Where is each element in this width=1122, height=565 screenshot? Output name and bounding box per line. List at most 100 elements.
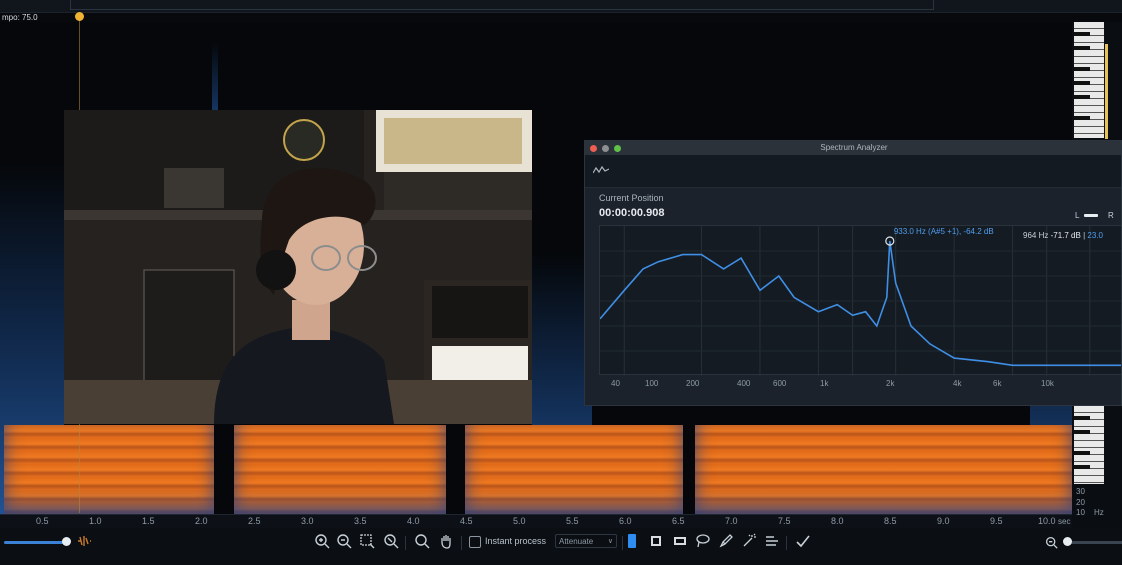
harmonic-selection-icon[interactable] [763,533,781,551]
toolbar-divider [786,536,787,550]
zoom-in-icon[interactable] [313,533,331,551]
hz-scale-label: 10 [1076,508,1085,517]
time-tick: 1.0 [89,516,102,526]
frequency-zoom-slider-handle[interactable] [1063,537,1072,546]
chevron-down-icon: ∨ [607,538,613,545]
piano-black-key [1074,46,1090,50]
time-tick: 10.0 [1038,516,1056,526]
spectrogram-note-segment [465,425,683,515]
frequency-readout: 964 Hz -71.7 dB | 23.0 [1023,231,1103,240]
time-tick: 6.5 [672,516,685,526]
time-tick: 9.0 [937,516,950,526]
channel-l-label: L [1075,211,1080,220]
zoom-selection-icon[interactable] [358,533,376,551]
time-tick: 2.0 [195,516,208,526]
overview-selection[interactable] [70,0,934,10]
process-mode-value: Attenuate [559,537,594,546]
zoom-fit-icon[interactable] [382,533,400,551]
readout-extra: 23.0 [1087,231,1103,240]
frequency-selection-icon[interactable] [647,533,665,551]
instant-process-checkbox[interactable] [469,536,481,548]
toolbar-divider [461,536,462,550]
time-tick: 3.0 [301,516,314,526]
time-tick: 2.5 [248,516,261,526]
zoom-out-icon[interactable] [335,533,353,551]
hand-icon[interactable] [437,533,455,551]
zoom-slider-track[interactable] [4,541,66,544]
piano-black-key [1074,32,1090,36]
lasso-icon[interactable] [694,533,712,551]
search-icon[interactable] [413,533,431,551]
waveform-toggle-icon[interactable] [75,533,93,551]
piano-black-key [1074,451,1090,455]
time-tick: 7.5 [778,516,791,526]
channel-r-label: R [1108,211,1114,220]
time-ruler[interactable]: 0.5 1.0 1.5 2.0 2.5 3.0 3.5 4.0 4.5 5.0 … [0,514,1072,529]
time-tick: 6.0 [619,516,632,526]
current-position-label: Current Position [599,193,664,203]
instant-process-label: Instant process [485,536,547,546]
analyzer-titlebar[interactable]: Spectrum Analyzer [585,141,1121,155]
spectrum-trace [599,240,1121,367]
spectrum-analyzer-window[interactable]: Spectrum Analyzer Current Position 00:00… [584,140,1122,406]
piano-roll-keyboard-lower[interactable] [1074,406,1104,484]
webcam-overlay [64,110,532,424]
current-position-time: 00:00:00.908 [599,207,665,219]
spectrum-plot[interactable]: 933.0 Hz (A#5 +1), -64.2 dB933.0 Hz (A#5… [599,216,1122,376]
checkmark-tool-icon[interactable] [794,533,812,551]
time-selection-tool-icon[interactable] [628,534,636,548]
piano-black-key [1074,67,1090,71]
waveform-icon[interactable] [592,165,610,178]
freq-tick: 100 [645,379,659,388]
analyzer-toolbar [585,155,1121,188]
time-tick: 9.5 [990,516,1003,526]
time-tick: 5.5 [566,516,579,526]
channel-l-toggle[interactable] [1084,214,1098,217]
rectangle-selection-icon[interactable] [671,533,689,551]
spectrum-graph[interactable]: 933.0 Hz (A#5 +1), -64.2 dB933.0 Hz (A#5… [599,216,1122,376]
freq-tick: 10k [1041,379,1054,388]
brush-icon[interactable] [717,533,735,551]
cursor-label-blue: 933.0 Hz (A#5 +1), -64.2 dB [894,227,994,236]
time-tick: 8.5 [884,516,897,526]
piano-black-key [1074,416,1090,420]
piano-black-key [1074,81,1090,85]
readout-db: -71.7 dB [1050,231,1081,240]
piano-black-key [1074,95,1090,99]
overview-bar[interactable] [0,0,1122,13]
playhead-marker[interactable] [75,12,84,21]
magic-wand-icon[interactable] [740,533,758,551]
hz-unit-label: Hz [1094,508,1104,517]
piano-black-key [1074,465,1090,469]
freq-tick: 2k [886,379,895,388]
freq-tick: 6k [993,379,1002,388]
hz-scale-label: 30 [1076,487,1085,496]
piano-black-key [1074,116,1090,120]
zoom-slider-handle[interactable] [62,537,71,546]
freq-tick: 600 [773,379,787,388]
hz-scale-label: 20 [1076,498,1085,507]
time-tick: 4.0 [407,516,420,526]
process-mode-dropdown[interactable]: Attenuate ∨ [555,534,617,548]
readout-frequency: 964 Hz [1023,231,1049,240]
frequency-zoom-slider-track[interactable] [1066,541,1122,544]
analyzer-title: Spectrum Analyzer [820,143,888,152]
webcam-scene [64,110,532,424]
freq-tick: 400 [737,379,751,388]
zoom-out-icon[interactable] [1045,536,1058,552]
freq-tick: 40 [611,379,620,388]
time-tick: 3.5 [354,516,367,526]
spectrogram-note-segment [234,425,446,515]
piano-black-key [1074,430,1090,434]
freq-tick: 1k [820,379,829,388]
time-tick: 4.5 [460,516,473,526]
time-tick: 8.0 [831,516,844,526]
toolbar-divider [405,536,406,550]
level-meter [1105,44,1108,139]
readout-separator: | [1083,231,1086,240]
time-tick: 5.0 [513,516,526,526]
time-unit-label: sec [1058,517,1071,526]
spectrogram-note-segment [4,425,214,515]
spectrogram-note-segment [695,425,1072,515]
piano-roll-keyboard[interactable] [1074,22,1104,138]
